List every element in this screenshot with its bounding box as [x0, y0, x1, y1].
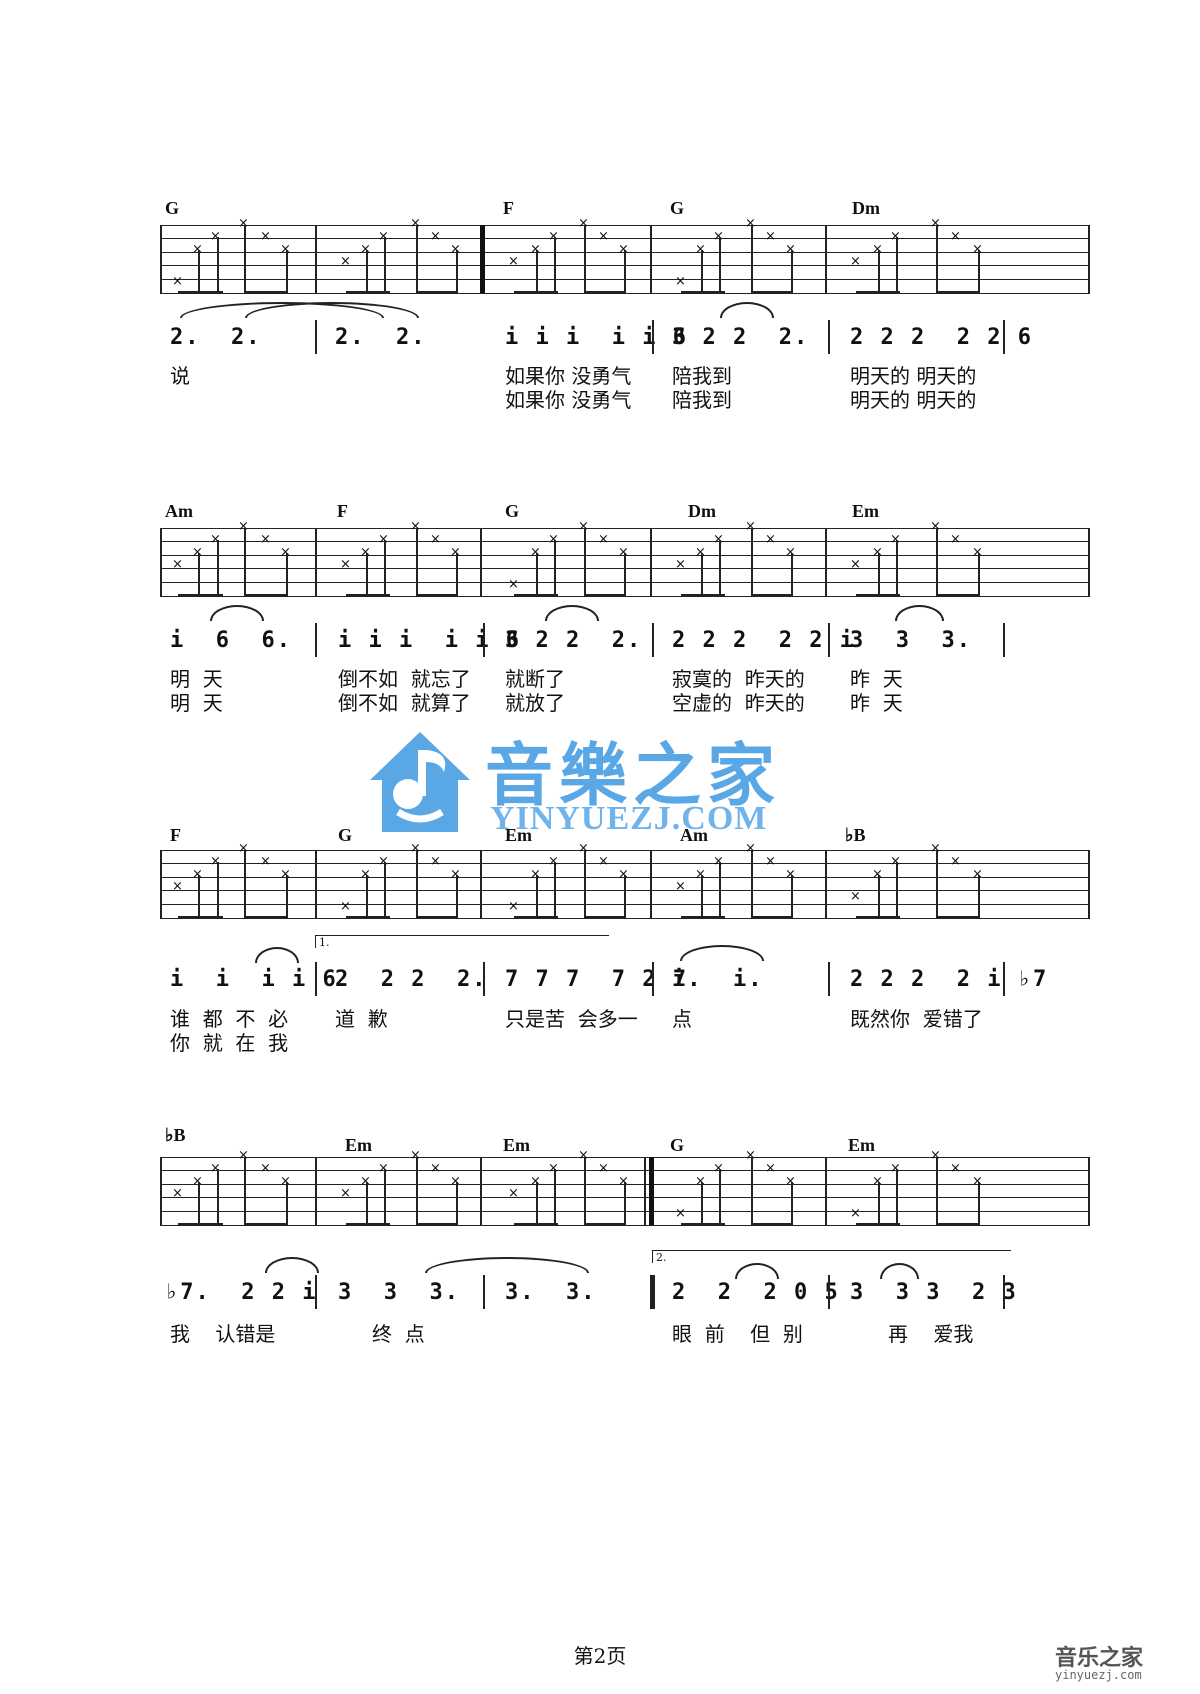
- lyric-line-2: 明 天: [170, 691, 223, 715]
- jianpu-measure: 3 3 3.: [850, 628, 972, 653]
- chord-label: Dm: [688, 501, 716, 521]
- chord-label: Em: [848, 1135, 875, 1155]
- lyric-line-1: 既然你 爱错了: [850, 1007, 983, 1031]
- chord-label: Em: [503, 1135, 530, 1155]
- lyric-line-1: 点: [672, 1007, 692, 1031]
- jianpu-measure: i i i i 6: [170, 967, 338, 992]
- chord-label: F: [337, 501, 348, 521]
- first-ending-bracket: 1.: [315, 935, 609, 949]
- lyric-line-1: 终 点: [372, 1322, 425, 1346]
- guitar-tab-staff: ×××××× ×××××× ×××××× ×××××× ××××××: [160, 842, 1090, 919]
- chord-label: Dm: [852, 198, 880, 218]
- house-music-icon: [370, 732, 470, 832]
- chord-label: G: [165, 198, 180, 218]
- jianpu-measure: 3 3 3.: [338, 1280, 460, 1305]
- jianpu-measure: 2 2 2 2.: [335, 967, 488, 992]
- chord-label: G: [670, 198, 685, 218]
- lyric-line-2: 倒不如 就算了: [338, 691, 471, 715]
- chord-label: Em: [505, 825, 532, 845]
- lyric-line-1: 再 爱我: [888, 1322, 974, 1346]
- lyric-line-1: 说: [170, 364, 190, 388]
- jianpu-measure: i i i i i 6: [505, 325, 688, 350]
- jianpu-measure: i i i i i 6: [338, 628, 521, 653]
- jianpu-measure: 2 2 2 2 i ♭7: [850, 967, 1049, 992]
- guitar-tab-staff: ×××××× ×××××× ×××××× ×××××× ××××××: [160, 1149, 1090, 1226]
- jianpu-measure: 3 2 2 2.: [672, 325, 810, 350]
- guitar-tab-staff: ×××××× ×××××× ×××××× ×××××× ××××××: [160, 520, 1090, 597]
- lyric-line-2: 空虚的 昨天的: [672, 691, 805, 715]
- second-ending-bracket: 2.: [652, 1250, 1011, 1264]
- chord-label: F: [170, 825, 181, 845]
- chord-label: Em: [852, 501, 879, 521]
- chord-label: F: [503, 198, 514, 218]
- ending-label: 1.: [319, 936, 330, 949]
- jianpu-measure: 3 2 2 2.: [505, 628, 643, 653]
- page-number: 第2页: [573, 1644, 627, 1668]
- lyric-line-1: 我 认错是: [170, 1322, 276, 1346]
- jianpu-measure: 3 3 3 2 3: [850, 1280, 1018, 1305]
- lyric-line-2: 昨 天: [850, 691, 903, 715]
- lyric-line-2: 就放了: [505, 691, 565, 715]
- jianpu-measure: 3. 3.: [505, 1280, 597, 1305]
- guitar-tab-staff: ×××××× ×××××× ×××××× ×××××× ××××××: [160, 217, 1090, 294]
- lyric-line-1: 道 歉: [335, 1007, 388, 1031]
- lyric-line-1: 眼 前 但 别: [672, 1322, 803, 1346]
- chord-label: G: [338, 825, 353, 845]
- ending-label: 2.: [656, 1251, 667, 1264]
- lyric-line-2: 你 就 在 我: [170, 1031, 289, 1055]
- lyric-line-2: 明天的 明天的: [850, 388, 977, 412]
- jianpu-measure: 2 2 2 2 2 6: [850, 325, 1033, 350]
- jianpu-measure: ♭7. 2 2 i: [165, 1280, 318, 1305]
- chord-label: Am: [680, 825, 708, 845]
- chord-label: G: [505, 501, 520, 521]
- chord-label: ♭B: [845, 825, 866, 845]
- jianpu-measure: 2. 2.: [170, 325, 262, 350]
- lyric-line-2: 如果你 没勇气: [505, 388, 632, 412]
- chord-label: ♭B: [165, 1125, 186, 1145]
- chord-label: G: [670, 1135, 685, 1155]
- jianpu-measure: i 6 6.: [170, 628, 292, 653]
- lyric-line-2: 陪我到: [672, 388, 732, 412]
- chord-label: Em: [345, 1135, 372, 1155]
- jianpu-measure: i. i.: [672, 967, 764, 992]
- watermark-logo: 音樂之家 YINYUEZJ.COM: [360, 720, 840, 860]
- jianpu-measure: 2 2 2 0 5: [672, 1280, 840, 1305]
- corner-brand-url: yinyuezj.com: [1055, 1668, 1142, 1682]
- jianpu-measure: 7 7 7 7 2 7: [505, 967, 688, 992]
- chord-label: Am: [165, 501, 193, 521]
- lyric-line-1: 只是苦 会多一: [505, 1007, 638, 1031]
- jianpu-measure: 2. 2.: [335, 325, 427, 350]
